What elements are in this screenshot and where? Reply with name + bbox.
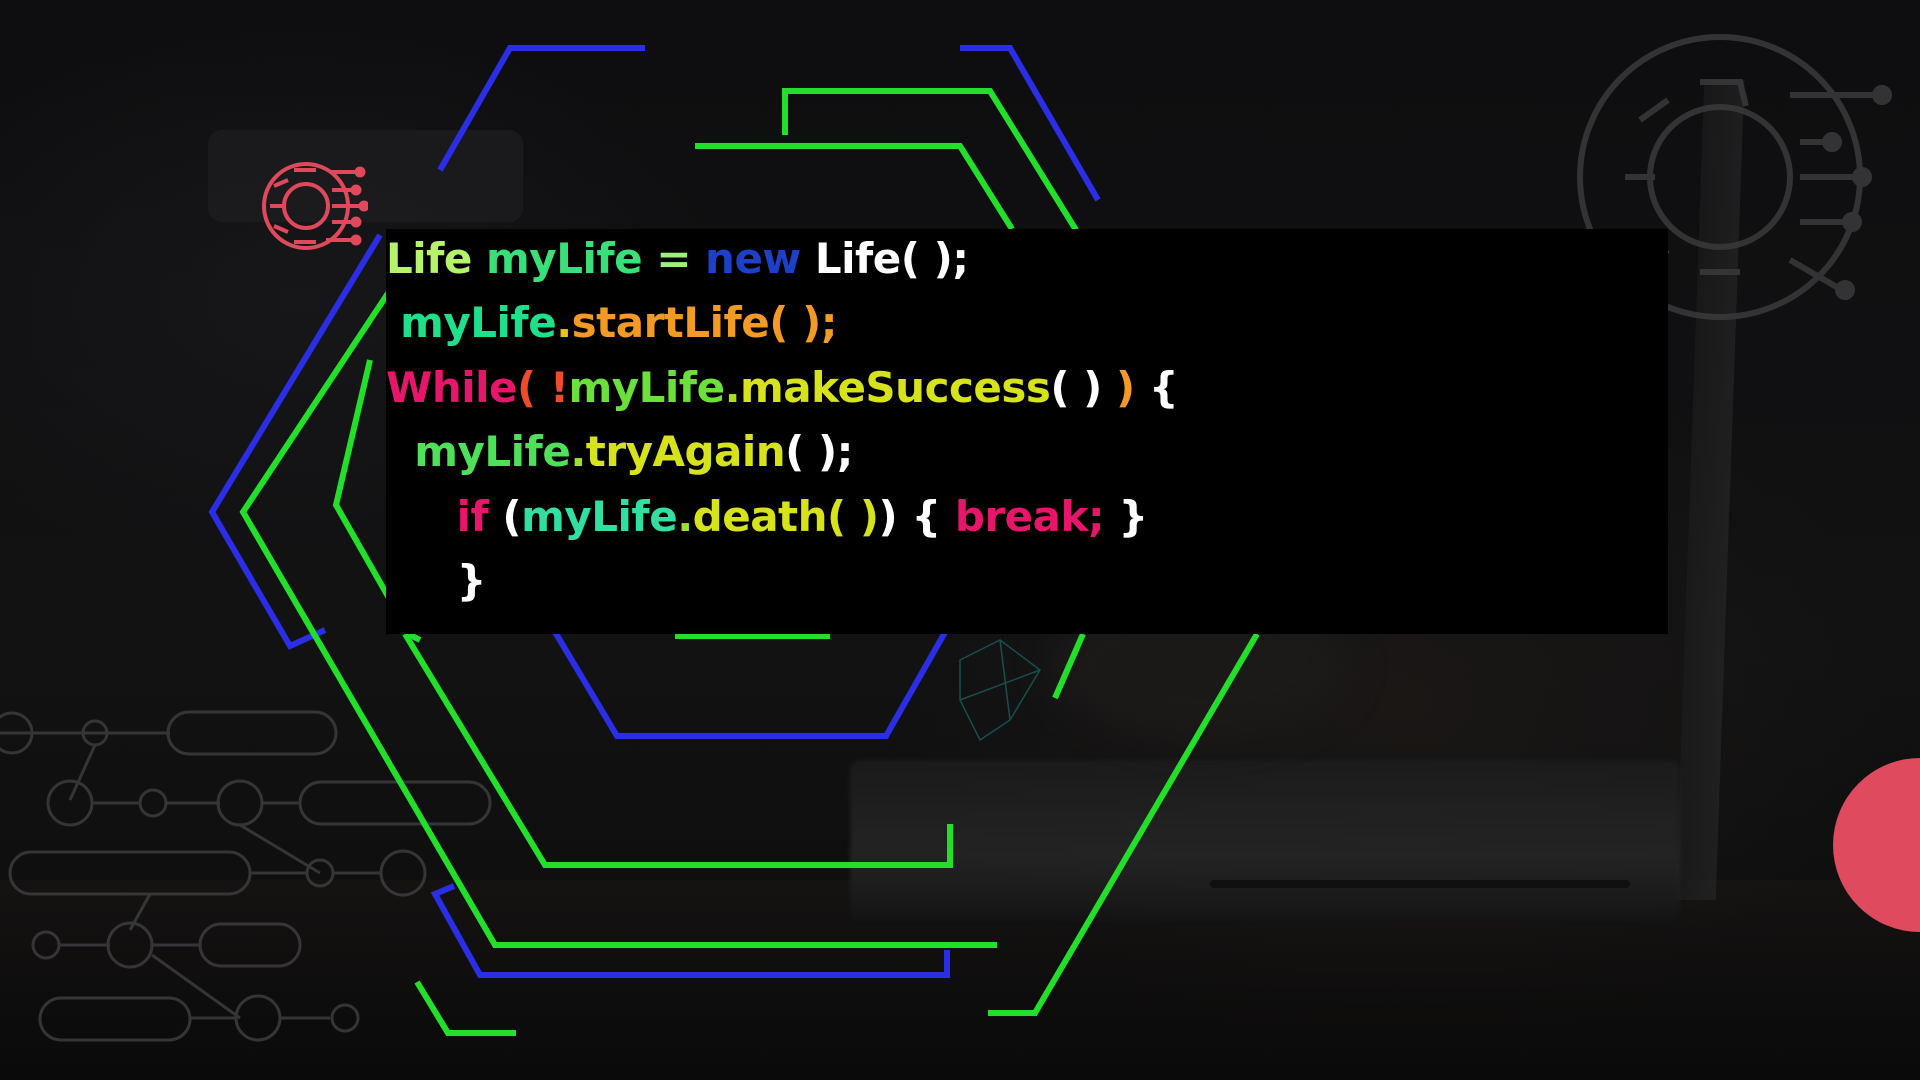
code-line-2: myLife.startLife( );: [386, 293, 837, 353]
code-token: break;: [954, 492, 1105, 541]
circuit-node-pattern: [0, 710, 492, 1042]
code-token: myLife: [486, 234, 643, 283]
code-token: Life: [386, 234, 487, 283]
code-token: =: [642, 234, 706, 283]
code-token: }: [1104, 492, 1148, 541]
code-line-3: While( !myLife.makeSuccess( ) ) {: [386, 358, 1179, 418]
code-token: ( );: [785, 427, 853, 476]
code-token: if: [456, 492, 503, 541]
teal-mesh: [959, 639, 1041, 742]
code-token: startLife( );: [571, 298, 838, 347]
code-token: myLife: [400, 298, 557, 347]
code-token: .: [677, 492, 693, 541]
code-token: (: [502, 492, 522, 541]
code-line-5: if (myLife.death( )) { break; }: [386, 487, 1149, 547]
code-token: While: [386, 363, 518, 412]
code-token: ): [1116, 363, 1135, 412]
code-token: makeSuccess: [740, 363, 1051, 412]
code-token: }: [456, 556, 487, 605]
code-token: myLife: [521, 492, 678, 541]
code-token: ( ): [1050, 363, 1116, 412]
code-token: new: [705, 234, 801, 283]
code-panel: Life myLife = new Life( ); myLife.startL…: [386, 229, 1668, 634]
code-token: .: [724, 363, 741, 412]
code-token: myLife: [414, 427, 571, 476]
code-token: .: [570, 427, 586, 476]
code-token: Life( );: [800, 234, 969, 283]
code-token: tryAgain: [585, 427, 786, 476]
code-token: {: [1134, 363, 1179, 412]
code-token: death( ): [692, 492, 879, 541]
code-line-6: }: [386, 551, 487, 611]
code-token: ) {: [878, 492, 955, 541]
code-token: myLife: [568, 363, 726, 412]
code-token: ( !: [517, 363, 569, 412]
gear-circuit-logo-icon: [262, 162, 368, 250]
code-line-4: myLife.tryAgain( );: [386, 422, 853, 482]
code-token: .: [556, 298, 572, 347]
code-line-1: Life myLife = new Life( );: [386, 229, 969, 289]
banner: Life myLife = new Life( ); myLife.startL…: [0, 0, 1920, 1080]
